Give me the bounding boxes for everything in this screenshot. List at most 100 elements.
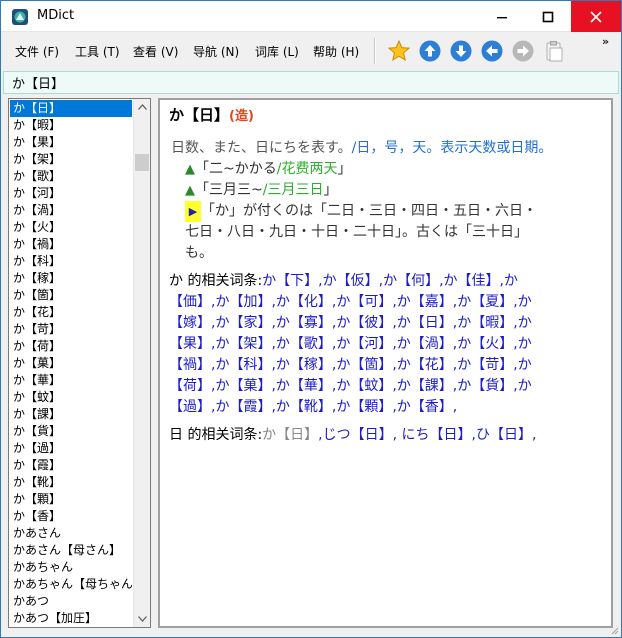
word-list-item[interactable]: かあつ: [10, 593, 132, 610]
word-list-item[interactable]: か【科】: [10, 253, 132, 270]
close-button[interactable]: [571, 1, 621, 32]
arrow-down-icon[interactable]: [449, 39, 473, 63]
word-list-item[interactable]: か【火】: [10, 219, 132, 236]
word-list-item[interactable]: か【課】: [10, 406, 132, 423]
word-list-item[interactable]: か【禍】: [10, 236, 132, 253]
minimize-icon: [497, 16, 507, 18]
word-list-item[interactable]: か【華】: [10, 372, 132, 389]
related-link[interactable]: 【嫁】,か【家】,か【寡】,か【彼】,か【日】,か【暇】,か: [169, 315, 532, 331]
related-link[interactable]: ,じつ【日】, にち【日】,ひ【日】,: [318, 427, 536, 443]
example-marker: ▲: [185, 162, 195, 177]
title-bar[interactable]: MDict: [1, 1, 621, 32]
mdict-app-icon: [12, 9, 28, 25]
word-list-item[interactable]: か【渦】: [10, 202, 132, 219]
word-list-item[interactable]: か【貨】: [10, 423, 132, 440]
chevron-down-icon: [137, 616, 147, 622]
menu-view[interactable]: 查看 (V): [133, 44, 178, 60]
word-list-item[interactable]: か【果】: [10, 134, 132, 151]
menu-file[interactable]: 文件 (F): [15, 44, 59, 60]
word-list-item[interactable]: か【河】: [10, 185, 132, 202]
note-line-3: も。: [185, 245, 213, 261]
note-line-1: 「か」が付くのは「二日・三日・四日・五日・六日・: [201, 203, 537, 219]
headword-line: か【日】(造): [169, 104, 601, 128]
word-list-item[interactable]: か【歌】: [10, 168, 132, 185]
related-entries-hi: 日 的相关词条:か【日】,じつ【日】, にち【日】,ひ【日】,: [169, 425, 601, 446]
arrow-right-icon[interactable]: [511, 39, 535, 63]
scroll-up-button[interactable]: [134, 99, 150, 115]
word-list-item[interactable]: か【過】: [10, 440, 132, 457]
word-list-item[interactable]: か【苛】: [10, 321, 132, 338]
word-list: か【日】 か【暇】 か【果】 か【架】 か【歌】 か【河】 か【渦】 か【火】 か【禍】 か【科】…: [8, 98, 151, 628]
note-line-2: 七日・八日・九日・十日・二十日」。古くは「三十日」: [185, 224, 528, 240]
example-1: ▲「二~かかる/花费两天」: [169, 159, 601, 180]
related-current: か【日】: [262, 427, 319, 443]
close-icon: [590, 10, 602, 23]
word-type-tag: (造): [229, 109, 254, 124]
word-list-item[interactable]: か【菓】: [10, 355, 132, 372]
related-link[interactable]: 【価】,か【加】,か【化】,か【可】,か【嘉】,か【夏】,か: [169, 294, 532, 310]
clipboard-icon[interactable]: [542, 39, 566, 63]
word-list-item[interactable]: かあさん: [10, 525, 132, 542]
entry-content: か【日】(造) 日数、また、日にちを表す。/日，号，天。表示天数或日期。 ▲「二…: [169, 104, 601, 446]
chevron-up-icon: [137, 104, 147, 110]
word-list-item[interactable]: か【顆】: [10, 491, 132, 508]
definition-pane: か【日】(造) 日数、また、日にちを表す。/日，号，天。表示天数或日期。 ▲「二…: [158, 98, 613, 628]
related-entries-ka: か 的相关词条:か【下】,か【仮】,か【何】,か【佳】,か 【価】,か【加】,か…: [169, 271, 601, 418]
word-list-item[interactable]: か【架】: [10, 151, 132, 168]
maximize-icon: [542, 11, 554, 22]
menu-navigate[interactable]: 导航 (N): [193, 44, 239, 60]
word-list-item[interactable]: か【蚊】: [10, 389, 132, 406]
example-end: 」: [323, 182, 338, 198]
word-list-item[interactable]: か【香】: [10, 508, 132, 525]
window-title: MDict: [37, 8, 75, 23]
example-marker: ▲: [185, 183, 195, 198]
example-2: ▲「三月三~/三月三日」: [169, 180, 601, 201]
scroll-down-button[interactable]: [134, 611, 150, 627]
word-list-item[interactable]: か【日】: [10, 100, 132, 117]
related-label: か 的相关词条:: [169, 273, 263, 289]
menu-bar: 文件 (F) 工具 (T) 查看 (V) 导航 (N) 词库 (L) 帮助 (H…: [1, 33, 621, 70]
usage-note: ▶ 「か」が付くのは「二日・三日・四日・五日・六日・: [169, 201, 601, 222]
definition-cn: /日，号，天。表示天数或日期。: [351, 140, 553, 156]
word-list-item[interactable]: かあちゃん【母ちゃん】: [10, 576, 132, 593]
list-scrollbar[interactable]: [133, 99, 150, 627]
toolbar-overflow-chevron[interactable]: »: [602, 35, 609, 48]
definition-jp: 日数、また、日にちを表す。: [171, 140, 352, 156]
related-link[interactable]: 【荷】,か【菓】,か【華】,か【蚊】,か【課】,か【貨】,か: [169, 378, 532, 394]
menu-help[interactable]: 帮助 (H): [313, 44, 359, 60]
example-jp: 「二~かかる: [195, 161, 277, 177]
minimize-button[interactable]: [479, 1, 525, 32]
word-list-item[interactable]: か【荷】: [10, 338, 132, 355]
example-cn: /花费两天: [276, 161, 338, 177]
word-list-item[interactable]: か【稼】: [10, 270, 132, 287]
definition: 日数、また、日にちを表す。/日，号，天。表示天数或日期。: [169, 138, 601, 159]
menu-tools[interactable]: 工具 (T): [75, 44, 120, 60]
app-window: MDict 文件 (F) 工具 (T) 查看 (V) 导航 (N) 词库 (L)…: [0, 0, 622, 638]
arrow-up-icon[interactable]: [418, 39, 442, 63]
related-link[interactable]: 【過】,か【霞】,か【靴】,か【顆】,か【香】,: [169, 399, 457, 415]
note-play-icon[interactable]: ▶: [185, 201, 201, 222]
word-list-item[interactable]: か【箇】: [10, 287, 132, 304]
resize-grip-icon[interactable]: [609, 625, 619, 635]
scroll-thumb[interactable]: [135, 154, 149, 171]
word-list-item[interactable]: か【霞】: [10, 457, 132, 474]
word-list-item[interactable]: か【花】: [10, 304, 132, 321]
star-icon[interactable]: [387, 39, 411, 63]
toolbar-separator: [374, 38, 376, 64]
headword: か【日】: [169, 106, 230, 124]
word-list-item[interactable]: かあちゃん: [10, 559, 132, 576]
related-link[interactable]: か【下】,か【仮】,か【何】,か【佳】,か: [262, 273, 518, 289]
word-list-item[interactable]: か【靴】: [10, 474, 132, 491]
maximize-button[interactable]: [525, 1, 571, 32]
arrow-left-icon[interactable]: [480, 39, 504, 63]
word-list-item[interactable]: かあつ【加圧】: [10, 610, 132, 627]
word-list-item[interactable]: かあさん【母さん】: [10, 542, 132, 559]
related-label: 日 的相关词条:: [169, 427, 263, 443]
example-cn: /三月三日: [262, 182, 324, 198]
related-link[interactable]: 【果】,か【架】,か【歌】,か【河】,か【渦】,か【火】,か: [169, 336, 532, 352]
example-end: 」: [337, 161, 352, 177]
word-list-item[interactable]: か【暇】: [10, 117, 132, 134]
search-input[interactable]: [3, 71, 619, 94]
menu-library[interactable]: 词库 (L): [255, 44, 299, 60]
related-link[interactable]: 【禍】,か【科】,か【稼】,か【箇】,か【花】,か【苛】,か: [169, 357, 532, 373]
